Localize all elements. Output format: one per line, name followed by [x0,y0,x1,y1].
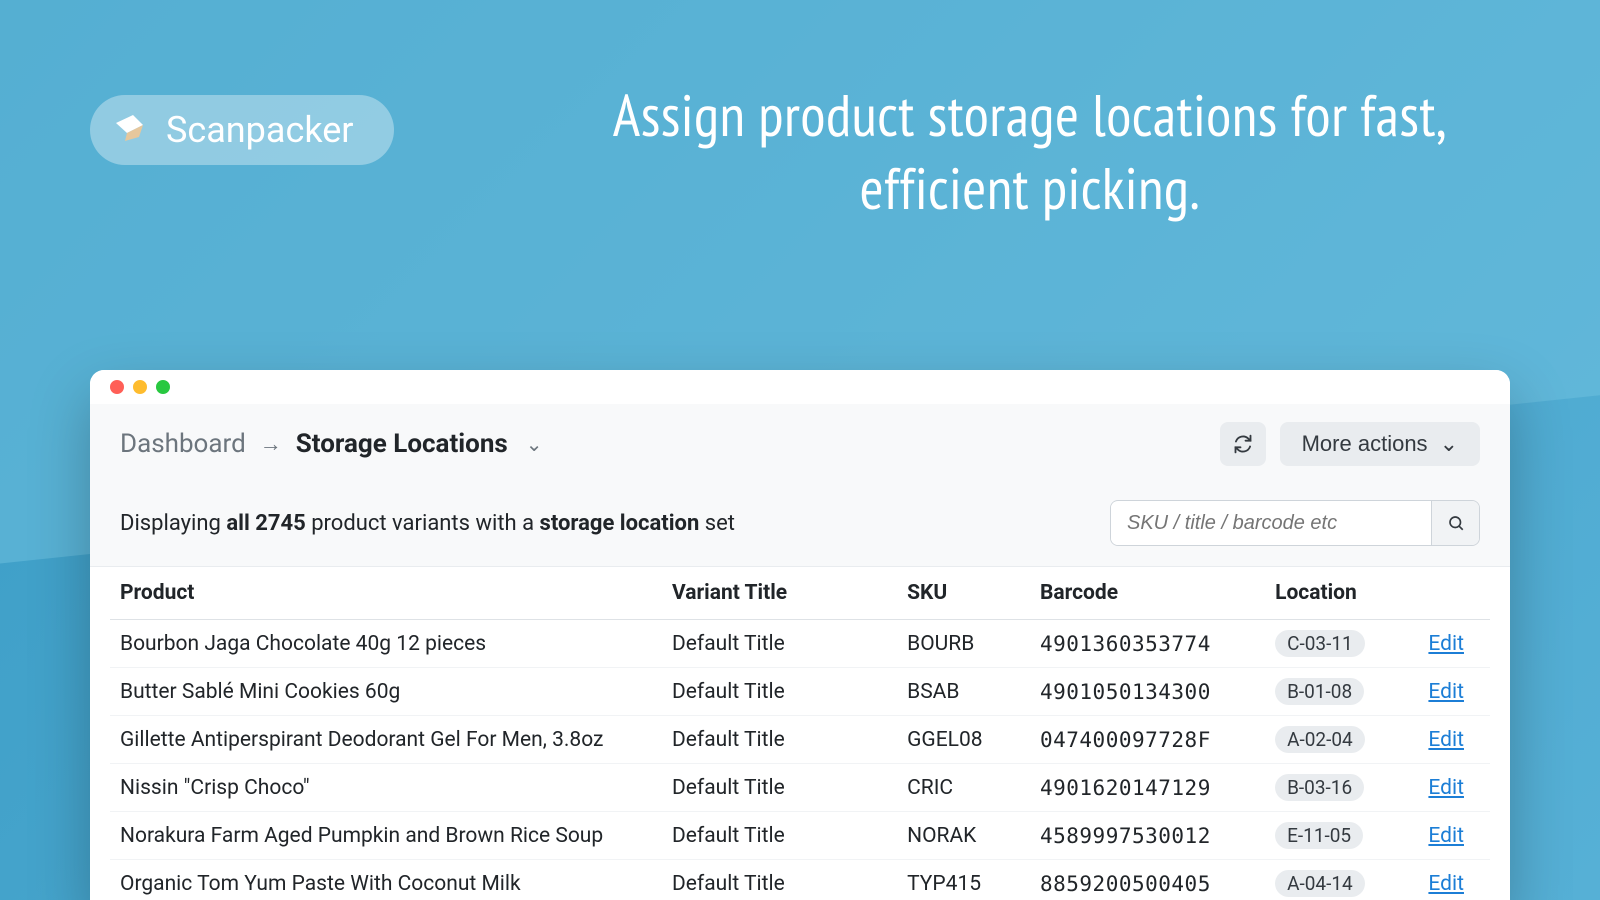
cell-product: Organic Tom Yum Paste With Coconut Milk [110,860,662,900]
cell-sku: GGEL08 [897,716,1030,764]
table-row: Organic Tom Yum Paste With Coconut MilkD… [110,860,1490,900]
cell-variant: Default Title [662,716,897,764]
table-row: Nissin "Crisp Choco"Default TitleCRIC490… [110,764,1490,812]
search-input[interactable] [1111,502,1431,545]
traffic-light-minimize[interactable] [133,380,147,394]
cell-variant: Default Title [662,668,897,716]
chevron-down-icon[interactable]: ⌄ [526,432,543,456]
cell-barcode: 4901050134300 [1030,668,1265,716]
chevron-down-icon: ⌄ [1440,431,1458,457]
cell-barcode: 8859200500405 [1030,860,1265,900]
table-row: Gillette Antiperspirant Deodorant Gel Fo… [110,716,1490,764]
cell-location: A-04-14 [1265,860,1418,900]
cell-product: Nissin "Crisp Choco" [110,764,662,812]
cell-product: Bourbon Jaga Chocolate 40g 12 pieces [110,620,662,668]
search-icon [1447,514,1465,532]
app-window: Dashboard → Storage Locations ⌄ More act… [90,370,1510,900]
cell-barcode: 047400097728F [1030,716,1265,764]
location-chip: A-02-04 [1275,726,1365,753]
more-actions-button[interactable]: More actions ⌄ [1280,422,1480,466]
brand-name: Scanpacker [166,109,354,151]
cell-sku: TYP415 [897,860,1030,900]
cell-variant: Default Title [662,812,897,860]
cell-edit: Edit [1418,812,1490,860]
scanner-icon [112,112,148,148]
col-barcode[interactable]: Barcode [1030,567,1265,620]
breadcrumb-root[interactable]: Dashboard [120,429,246,459]
cell-location: E-11-05 [1265,812,1418,860]
location-chip: C-03-11 [1275,630,1365,657]
search-wrap [1110,500,1480,546]
table-row: Butter Sablé Mini Cookies 60gDefault Tit… [110,668,1490,716]
window-titlebar [90,370,1510,404]
cell-edit: Edit [1418,860,1490,900]
cell-location: A-02-04 [1265,716,1418,764]
cell-product: Gillette Antiperspirant Deodorant Gel Fo… [110,716,662,764]
results-summary: Displaying all 2745 product variants wit… [120,511,735,536]
refresh-button[interactable] [1220,422,1266,466]
refresh-icon [1233,434,1253,454]
cell-variant: Default Title [662,620,897,668]
table-row: Bourbon Jaga Chocolate 40g 12 piecesDefa… [110,620,1490,668]
cell-edit: Edit [1418,668,1490,716]
col-edit [1418,567,1490,620]
cell-location: B-03-16 [1265,764,1418,812]
edit-link[interactable]: Edit [1428,728,1464,752]
location-chip: E-11-05 [1275,822,1363,849]
subbar: Displaying all 2745 product variants wit… [90,484,1510,567]
cell-sku: CRIC [897,764,1030,812]
edit-link[interactable]: Edit [1428,824,1464,848]
cell-barcode: 4901360353774 [1030,620,1265,668]
cell-variant: Default Title [662,764,897,812]
cell-product: Butter Sablé Mini Cookies 60g [110,668,662,716]
cell-sku: BSAB [897,668,1030,716]
more-actions-label: More actions [1302,431,1428,457]
location-chip: A-04-14 [1275,870,1365,897]
search-button[interactable] [1431,501,1479,545]
cell-location: C-03-11 [1265,620,1418,668]
cell-variant: Default Title [662,860,897,900]
edit-link[interactable]: Edit [1428,872,1464,896]
cell-edit: Edit [1418,716,1490,764]
cell-edit: Edit [1418,764,1490,812]
col-product[interactable]: Product [110,567,662,620]
col-sku[interactable]: SKU [897,567,1030,620]
breadcrumb: Dashboard → Storage Locations ⌄ [120,429,543,459]
arrow-right-icon: → [260,431,282,457]
products-table: Product Variant Title SKU Barcode Locati… [110,567,1490,900]
cell-location: B-01-08 [1265,668,1418,716]
traffic-light-close[interactable] [110,380,124,394]
cell-barcode: 4589997530012 [1030,812,1265,860]
brand-pill: Scanpacker [90,95,394,165]
cell-barcode: 4901620147129 [1030,764,1265,812]
col-variant[interactable]: Variant Title [662,567,897,620]
breadcrumb-current[interactable]: Storage Locations [296,429,508,459]
col-location[interactable]: Location [1265,567,1418,620]
edit-link[interactable]: Edit [1428,632,1464,656]
location-chip: B-01-08 [1275,678,1364,705]
cell-edit: Edit [1418,620,1490,668]
cell-sku: NORAK [897,812,1030,860]
traffic-light-zoom[interactable] [156,380,170,394]
edit-link[interactable]: Edit [1428,776,1464,800]
headline: Assign product storage locations for fas… [560,80,1500,225]
cell-product: Norakura Farm Aged Pumpkin and Brown Ric… [110,812,662,860]
cell-sku: BOURB [897,620,1030,668]
toolbar: Dashboard → Storage Locations ⌄ More act… [90,404,1510,484]
edit-link[interactable]: Edit [1428,680,1464,704]
location-chip: B-03-16 [1275,774,1364,801]
table-row: Norakura Farm Aged Pumpkin and Brown Ric… [110,812,1490,860]
